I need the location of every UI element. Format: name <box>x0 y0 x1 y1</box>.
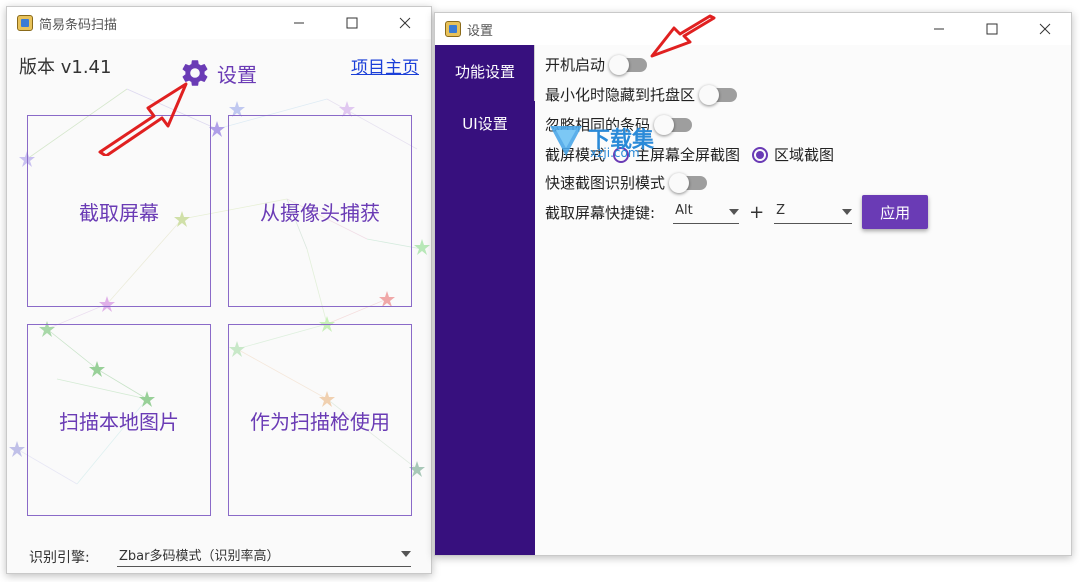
minimize-to-tray-toggle[interactable] <box>699 84 738 105</box>
use-as-scanner-button[interactable]: 作为扫描枪使用 <box>228 324 412 516</box>
quick-mode-toggle[interactable] <box>669 172 708 193</box>
quick-mode-label: 快速截图识别模式 <box>545 174 666 192</box>
annotation-arrow-icon <box>650 14 716 58</box>
chevron-down-icon <box>729 209 740 215</box>
autostart-row: 开机启动 <box>545 54 648 75</box>
watermark-logo-icon <box>550 126 582 156</box>
hotkey-modifier-value: Alt <box>675 203 693 218</box>
minimize-to-tray-label: 最小化时隐藏到托盘区 <box>545 86 696 104</box>
watermark-subtext: xzji.com <box>590 146 640 160</box>
region-radio[interactable] <box>752 146 769 163</box>
maximize-icon[interactable] <box>325 7 378 39</box>
engine-label: 识别引擎: <box>29 550 90 566</box>
main-window: 简易条码扫描 版本 v1.41 设置 项目主页 截取屏幕 从摄像头捕获 扫描本地… <box>6 6 432 574</box>
chevron-down-icon <box>842 209 853 215</box>
minimize-icon[interactable] <box>912 13 965 45</box>
quick-mode-row: 快速截图识别模式 <box>545 172 708 193</box>
tab-ui-settings[interactable]: UI设置 <box>435 97 535 149</box>
autostart-toggle[interactable] <box>609 54 648 75</box>
autostart-label: 开机启动 <box>545 56 606 74</box>
main-window-title: 简易条码扫描 <box>39 17 118 33</box>
maximize-icon[interactable] <box>965 13 1018 45</box>
settings-window-controls <box>912 13 1071 45</box>
settings-window-title: 设置 <box>467 23 494 39</box>
app-icon <box>445 21 461 37</box>
apply-button[interactable]: 应用 <box>862 195 929 229</box>
watermark: 下载集 xzji.com <box>546 120 696 168</box>
chevron-down-icon <box>401 551 411 557</box>
main-body: 版本 v1.41 设置 项目主页 截取屏幕 从摄像头捕获 扫描本地图片 作为扫描… <box>7 39 431 573</box>
plus-sign: + <box>749 201 765 223</box>
camera-capture-button[interactable]: 从摄像头捕获 <box>228 115 412 307</box>
hotkey-modifier-select[interactable]: Alt <box>673 200 740 224</box>
tab-function-settings[interactable]: 功能设置 <box>435 45 537 101</box>
scan-local-image-button[interactable]: 扫描本地图片 <box>27 324 211 516</box>
annotation-arrow-icon <box>98 82 188 156</box>
settings-window: 设置 功能设置 UI设置 开机启动 最小化时隐藏到托盘区 忽略相同的条码 截屏模… <box>434 12 1072 556</box>
settings-label: 设置 <box>217 62 257 87</box>
engine-select-value: Zbar多码模式（识别率高） <box>119 549 280 564</box>
hotkey-key-select[interactable]: Z <box>774 200 853 224</box>
hotkey-key-value: Z <box>776 203 786 218</box>
hotkey-row: 截取屏幕快捷键: Alt + Z 应用 <box>545 195 929 229</box>
main-titlebar: 简易条码扫描 <box>7 7 431 39</box>
minimize-to-tray-row: 最小化时隐藏到托盘区 <box>545 84 738 105</box>
project-home-link[interactable]: 项目主页 <box>351 53 419 78</box>
main-window-controls <box>272 7 431 39</box>
hotkey-label: 截取屏幕快捷键: <box>545 203 656 222</box>
engine-select[interactable]: Zbar多码模式（识别率高） <box>117 541 411 567</box>
settings-titlebar: 设置 <box>435 13 1071 45</box>
close-icon[interactable] <box>1018 13 1071 45</box>
region-radio-label: 区域截图 <box>774 146 835 164</box>
minimize-icon[interactable] <box>272 7 325 39</box>
app-icon <box>17 15 33 31</box>
close-icon[interactable] <box>378 7 431 39</box>
settings-sidebar: 功能设置 UI设置 <box>435 45 537 555</box>
